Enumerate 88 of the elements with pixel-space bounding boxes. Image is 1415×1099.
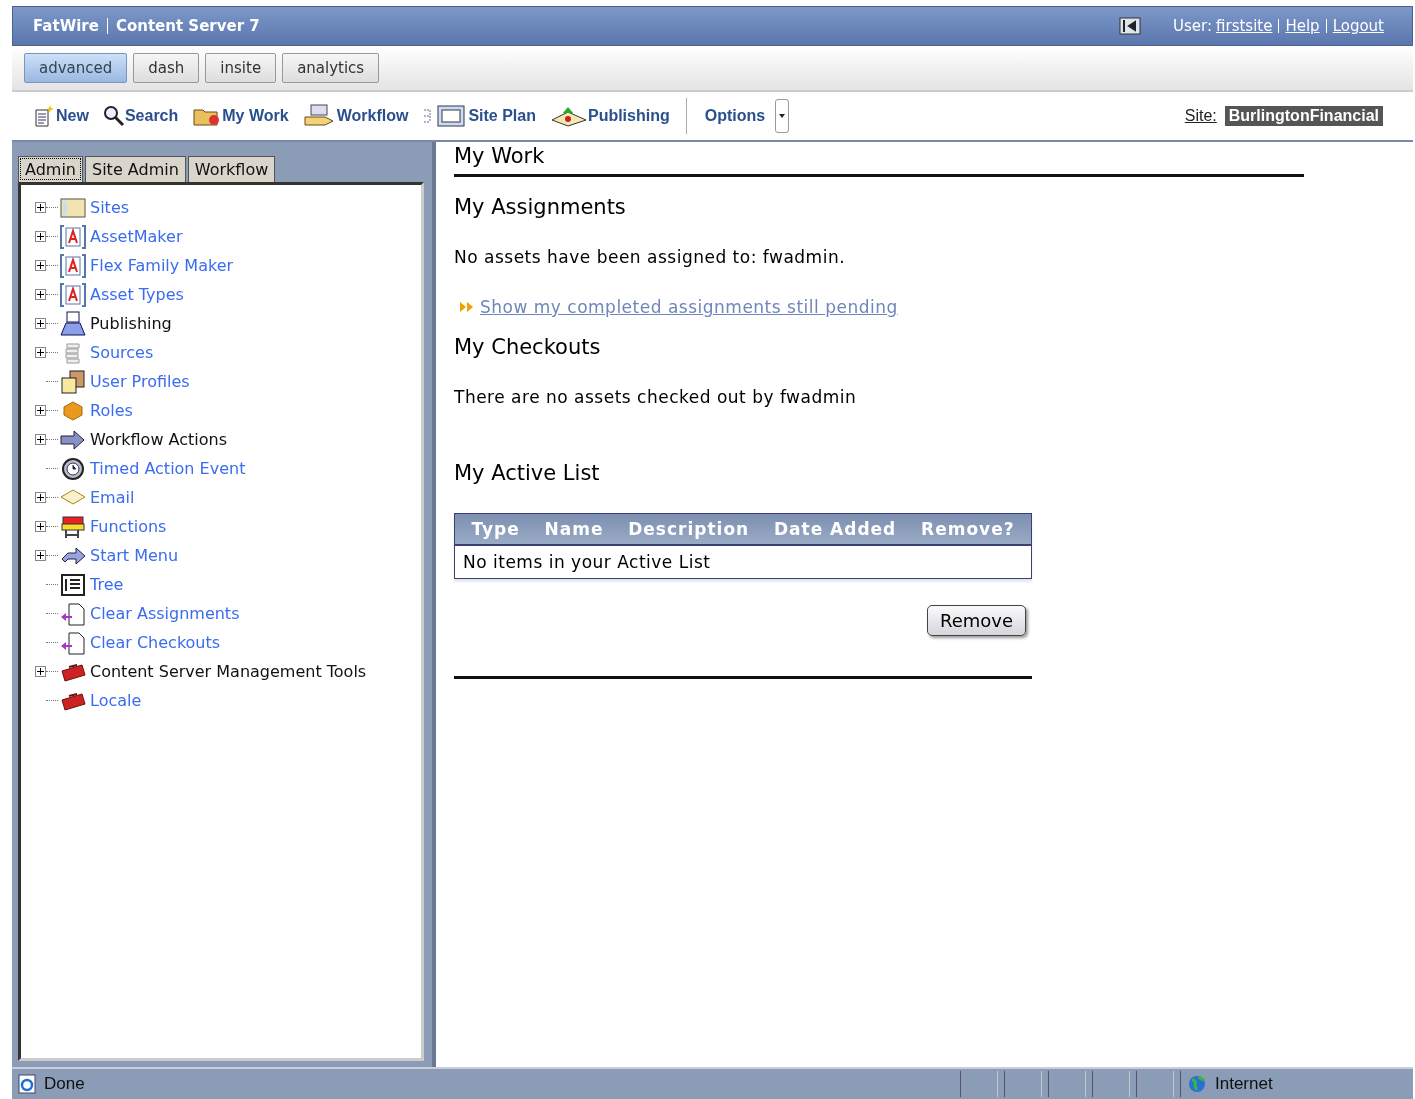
brand-name: FatWire xyxy=(33,17,99,35)
checkouts-message: There are no assets checked out by fwadmin xyxy=(454,387,858,407)
tree-item[interactable]: Clear Checkouts xyxy=(90,633,221,652)
tree-item[interactable]: Tree xyxy=(90,575,124,594)
collapse-icon[interactable] xyxy=(1119,17,1142,35)
column-header: Description xyxy=(628,519,750,539)
computer-icon xyxy=(58,310,88,337)
asset-icon xyxy=(58,223,88,250)
header-link[interactable]: Help xyxy=(1285,17,1320,35)
sidebar-tab[interactable]: Workflow xyxy=(187,156,276,182)
product-name: Content Server 7 xyxy=(115,17,260,35)
expand-icon[interactable] xyxy=(35,318,46,329)
tree-item[interactable]: Asset Types xyxy=(90,285,184,304)
status-pane xyxy=(1004,1071,1042,1097)
site-name: BurlingtonFinancial xyxy=(1224,106,1383,126)
tree-item[interactable]: Locale xyxy=(90,691,142,710)
column-header: Name xyxy=(544,519,604,539)
new-page-icon xyxy=(32,104,56,128)
tree-item[interactable]: Functions xyxy=(90,517,167,536)
toolbar-button[interactable]: Workflow xyxy=(296,103,415,129)
status-text: Done xyxy=(44,1074,85,1094)
expand-icon[interactable] xyxy=(35,231,46,242)
globe-icon xyxy=(1187,1074,1207,1094)
expand-icon[interactable] xyxy=(35,434,46,445)
tree-item[interactable]: Clear Assignments xyxy=(90,604,240,623)
section-heading: My Active List xyxy=(454,461,601,485)
app-tab[interactable]: dash xyxy=(133,53,200,83)
status-pane xyxy=(960,1071,998,1097)
double-arrow-icon xyxy=(460,302,474,312)
toolbar-button[interactable]: New xyxy=(26,104,95,128)
tree-item[interactable]: User Profiles xyxy=(90,372,190,391)
pending-assignments-link[interactable]: Show my completed assignments still pending xyxy=(480,297,898,317)
status-pane xyxy=(1136,1071,1174,1097)
column-header: Type xyxy=(471,519,520,539)
page-title: My Work xyxy=(454,142,1304,177)
toolbar-button[interactable]: Search xyxy=(96,105,185,127)
app-tab[interactable]: insite xyxy=(205,53,277,83)
tree-item[interactable]: Workflow Actions xyxy=(90,430,227,449)
tree-item[interactable]: Content Server Management Tools xyxy=(90,662,367,681)
expand-icon[interactable] xyxy=(35,202,46,213)
zone-text: Internet xyxy=(1215,1074,1273,1094)
sidebar-tab[interactable]: Admin xyxy=(18,156,83,182)
expand-icon[interactable] xyxy=(35,347,46,358)
status-pane xyxy=(1092,1071,1130,1097)
dropdown-button[interactable] xyxy=(775,99,790,133)
asset-icon xyxy=(58,281,88,308)
toolbar-button[interactable]: Site Plan xyxy=(416,104,542,128)
toolbar-button[interactable]: My Work xyxy=(186,105,295,127)
tree-item[interactable]: AssetMaker xyxy=(90,227,183,246)
people-icon xyxy=(58,368,88,395)
search-icon xyxy=(102,105,125,127)
tree-item[interactable]: Sites xyxy=(90,198,130,217)
status-pane xyxy=(1048,1071,1086,1097)
options-menu[interactable]: Options xyxy=(696,107,774,125)
expand-icon[interactable] xyxy=(35,405,46,416)
tree-item[interactable]: Sources xyxy=(90,343,154,362)
toolbar-button[interactable]: Publishing xyxy=(543,104,676,128)
site-label: Site: xyxy=(1184,107,1217,125)
expand-icon[interactable] xyxy=(35,260,46,271)
app-tab[interactable]: analytics xyxy=(282,53,380,83)
section-heading: My Checkouts xyxy=(454,335,602,359)
browser-page-icon xyxy=(16,1073,38,1095)
asset-icon xyxy=(58,252,88,279)
expand-icon[interactable] xyxy=(35,550,46,561)
tree-item[interactable]: Timed Action Event xyxy=(90,459,246,478)
user-label: User: xyxy=(1173,17,1213,35)
assignments-message: No assets have been assigned to: fwadmin. xyxy=(454,247,847,267)
section-heading: My Assignments xyxy=(454,195,627,219)
list-icon xyxy=(58,571,88,598)
tree-item[interactable]: Roles xyxy=(90,401,133,420)
tree-item[interactable]: Flex Family Maker xyxy=(90,256,234,275)
remove-button[interactable]: Remove xyxy=(926,605,1026,636)
column-header: Remove? xyxy=(921,519,1015,539)
device-icon xyxy=(58,513,88,540)
expand-icon[interactable] xyxy=(35,521,46,532)
app-tab[interactable]: advanced xyxy=(24,53,128,83)
column-header: Date Added xyxy=(773,519,897,539)
tree-item[interactable]: Email xyxy=(90,488,135,507)
caret-icon xyxy=(779,114,786,118)
expand-icon[interactable] xyxy=(35,289,46,300)
user-link[interactable]: firstsite xyxy=(1216,17,1273,35)
empty-message: No items in your Active List xyxy=(462,551,712,574)
tree-item[interactable]: Publishing xyxy=(90,314,172,333)
expand-icon[interactable] xyxy=(35,492,46,503)
tree-item[interactable]: Start Menu xyxy=(90,546,179,565)
expand-icon[interactable] xyxy=(35,666,46,677)
header-link[interactable]: Logout xyxy=(1332,17,1384,35)
sidebar-tab[interactable]: Site Admin xyxy=(85,156,186,182)
